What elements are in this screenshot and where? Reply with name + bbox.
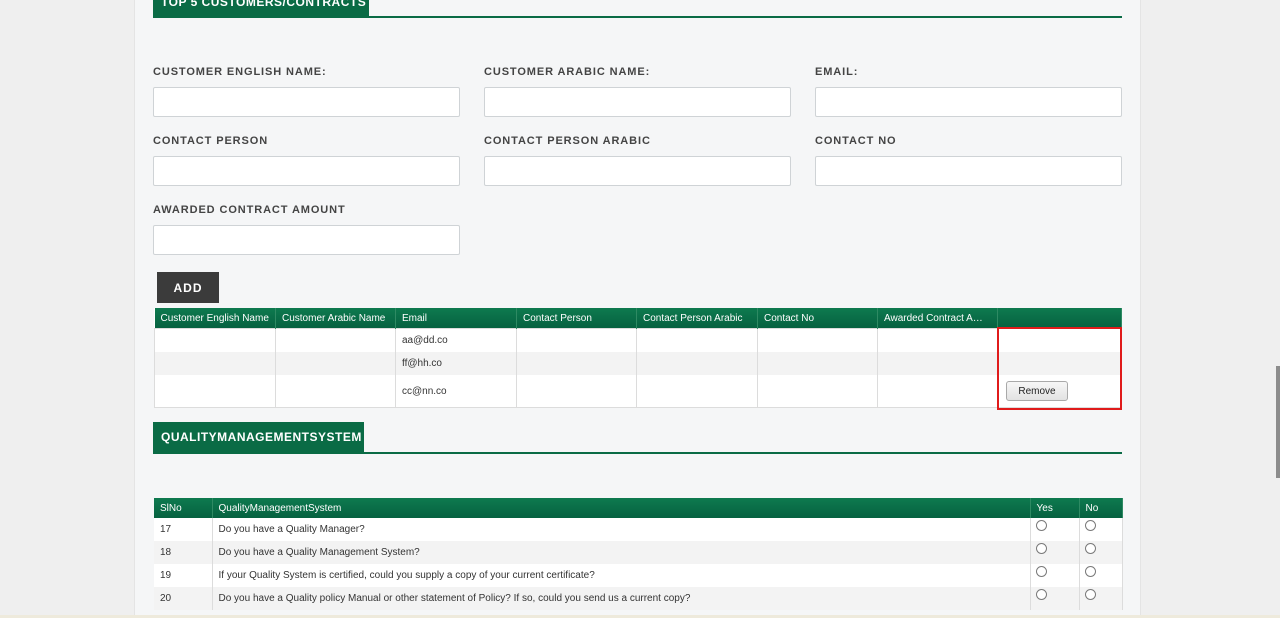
table-cell [757, 375, 878, 408]
qms-table-header: SlNo QualityManagementSystem Yes No [154, 498, 1123, 518]
awarded-contract-amount-input[interactable] [153, 225, 460, 255]
question-text: If your Quality System is certified, cou… [212, 564, 1031, 587]
column-header: Customer English Name [154, 308, 276, 329]
table-cell [757, 328, 878, 352]
email-label: EMAIL: [815, 66, 859, 78]
remove-button[interactable]: Remove [1006, 381, 1068, 401]
table-cell [154, 375, 276, 408]
table-cell [154, 328, 276, 352]
column-header: QualityManagementSystem [212, 498, 1031, 518]
customer-arabic-name-label: CUSTOMER ARABIC NAME: [484, 66, 651, 78]
column-header: Email [395, 308, 517, 329]
add-button[interactable]: ADD [157, 272, 219, 303]
column-header: Contact No [757, 308, 878, 329]
contact-no-label: CONTACT NO [815, 135, 897, 147]
table-cell [636, 328, 758, 352]
contact-person-input[interactable] [153, 156, 460, 186]
table-cell [877, 352, 998, 375]
email-cell: aa@dd.co [395, 328, 517, 352]
column-header: Contact Person Arabic [636, 308, 758, 329]
customer-arabic-name-input[interactable] [484, 87, 791, 117]
table-cell [516, 328, 637, 352]
table-cell [636, 352, 758, 375]
row-number: 17 [154, 518, 213, 541]
row-number: 20 [154, 587, 213, 610]
table-cell [516, 352, 637, 375]
contact-person-label: CONTACT PERSON [153, 135, 269, 147]
table-cell [636, 375, 758, 408]
table-cell [877, 375, 998, 408]
column-header: Customer Arabic Name [275, 308, 396, 329]
no-radio[interactable] [1084, 565, 1096, 577]
customer-english-name-label: CUSTOMER ENGLISH NAME: [153, 66, 327, 78]
yes-radio[interactable] [1035, 542, 1047, 554]
table-cell [275, 328, 396, 352]
contact-person-arabic-label: CONTACT PERSON ARABIC [484, 135, 651, 147]
table-row: 18 Do you have a Quality Management Syst… [154, 541, 1123, 564]
customers-section-header: TOP 5 CUSTOMERS/CONTRACTS [153, 0, 1122, 18]
table-row: aa@dd.co [154, 328, 1122, 352]
customers-table-header: Customer English Name Customer Arabic Na… [154, 308, 1122, 329]
contact-person-arabic-input[interactable] [484, 156, 791, 186]
row-number: 19 [154, 564, 213, 587]
no-radio[interactable] [1084, 542, 1096, 554]
action-cell [997, 352, 1122, 375]
action-column-header [997, 308, 1122, 329]
table-cell [757, 352, 878, 375]
customer-english-name-input[interactable] [153, 87, 460, 117]
column-header: Awarded Contract Amount [877, 308, 998, 329]
action-cell: Remove [997, 375, 1122, 408]
table-row: cc@nn.co Remove [154, 375, 1122, 408]
question-text: Do you have a Quality Management System? [212, 541, 1031, 564]
customers-section-divider [153, 16, 1122, 18]
table-cell [516, 375, 637, 408]
column-header: No [1079, 498, 1123, 518]
contact-no-input[interactable] [815, 156, 1122, 186]
table-cell [275, 375, 396, 408]
table-row: 20 Do you have a Quality policy Manual o… [154, 587, 1123, 610]
column-header: Contact Person [516, 308, 637, 329]
qms-section-header: QUALITYMANAGEMENTSYSTEM [153, 422, 1122, 454]
email-cell: ff@hh.co [395, 352, 517, 375]
column-header: Yes [1030, 498, 1080, 518]
yes-radio[interactable] [1035, 519, 1047, 531]
no-radio[interactable] [1084, 588, 1096, 600]
qms-section-title: QUALITYMANAGEMENTSYSTEM [153, 422, 364, 452]
customers-section-title: TOP 5 CUSTOMERS/CONTRACTS [153, 0, 369, 16]
table-row: ff@hh.co [154, 352, 1122, 375]
qms-section-divider [153, 452, 1122, 454]
yes-radio[interactable] [1035, 565, 1047, 577]
table-cell [154, 352, 276, 375]
email-cell: cc@nn.co [395, 375, 517, 408]
column-header: SlNo [154, 498, 213, 518]
yes-radio[interactable] [1035, 588, 1047, 600]
customers-table: Customer English Name Customer Arabic Na… [154, 308, 1122, 408]
no-radio[interactable] [1084, 519, 1096, 531]
table-cell [275, 352, 396, 375]
awarded-contract-amount-label: AWARDED CONTRACT AMOUNT [153, 204, 346, 216]
question-text: Do you have a Quality policy Manual or o… [212, 587, 1031, 610]
page-scrollbar[interactable] [1276, 366, 1280, 478]
row-number: 18 [154, 541, 213, 564]
question-text: Do you have a Quality Manager? [212, 518, 1031, 541]
table-row: 17 Do you have a Quality Manager? [154, 518, 1123, 541]
table-row: 19 If your Quality System is certified, … [154, 564, 1123, 587]
email-input[interactable] [815, 87, 1122, 117]
table-cell [877, 328, 998, 352]
action-cell [997, 328, 1122, 352]
qms-table: SlNo QualityManagementSystem Yes No 17 D… [154, 498, 1123, 610]
